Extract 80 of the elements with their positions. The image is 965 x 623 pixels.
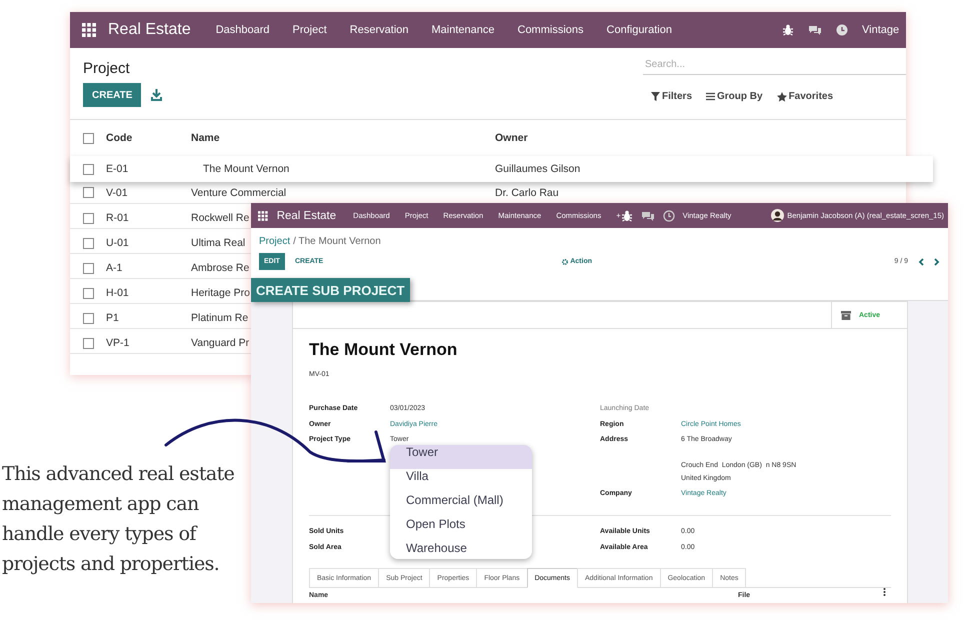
more-options-icon[interactable] bbox=[883, 588, 886, 596]
table-row[interactable]: VP-1 Vanguard Pr bbox=[70, 333, 251, 354]
code-cell: U-01 bbox=[106, 237, 129, 249]
name-cell: Platinum Re bbox=[191, 312, 248, 324]
column-header: Name bbox=[191, 132, 220, 144]
filter-icon bbox=[651, 92, 660, 101]
dropdown-option[interactable]: Warehouse bbox=[390, 541, 532, 559]
menu-item[interactable]: Project bbox=[292, 24, 327, 36]
filter-option[interactable]: Filters bbox=[662, 91, 692, 102]
table-row[interactable]: E-01 The Mount Vernon Guillaumes Gilson bbox=[70, 156, 933, 182]
clock-icon[interactable] bbox=[836, 24, 848, 36]
search-field[interactable]: Search... bbox=[643, 55, 906, 75]
row-checkbox[interactable] bbox=[83, 212, 94, 224]
menu-item[interactable]: Configuration bbox=[606, 24, 672, 36]
code-cell: H-01 bbox=[106, 287, 129, 299]
owner-cell: Guillaumes Gilson bbox=[495, 163, 580, 175]
row-checkbox[interactable] bbox=[83, 288, 94, 298]
page-title: Project bbox=[83, 60, 131, 77]
star-icon bbox=[776, 92, 787, 102]
apps-grid-icon[interactable] bbox=[82, 23, 96, 37]
app-name: Real Estate bbox=[276, 210, 336, 222]
dropdown-option[interactable]: Tower bbox=[390, 445, 532, 469]
record-title: The Mount Vernon bbox=[309, 340, 458, 360]
clock-icon[interactable] bbox=[662, 210, 675, 222]
avatar-icon[interactable] bbox=[771, 209, 784, 222]
create-button[interactable]: CREATE bbox=[83, 83, 142, 107]
name-cell-text: The Mount Vernon bbox=[202, 163, 290, 175]
gear-icon bbox=[562, 258, 568, 264]
table-row[interactable]: U-01 Ultima Real bbox=[70, 233, 251, 254]
create-sub-project-button[interactable]: CREATE SUB PROJECT bbox=[251, 278, 410, 302]
chat-icon[interactable] bbox=[640, 210, 655, 222]
apps-grid-icon[interactable] bbox=[258, 210, 268, 220]
name-cell: Venture Commercial bbox=[191, 186, 286, 198]
menu-item[interactable]: Reservation bbox=[350, 24, 408, 36]
name-cell: Ambrose Re bbox=[191, 262, 250, 274]
download-icon[interactable] bbox=[151, 89, 162, 101]
owner-cell: Dr. Carlo Rau bbox=[495, 186, 559, 198]
name-cell: Vanguard Pr bbox=[191, 337, 250, 349]
row-checkbox[interactable] bbox=[83, 238, 94, 248]
bug-icon[interactable] bbox=[782, 24, 794, 36]
code-cell: R-01 bbox=[106, 212, 129, 224]
filter-option[interactable]: Group By bbox=[717, 91, 763, 102]
name-cell: Heritage Pro bbox=[191, 287, 250, 299]
column-header: Code bbox=[106, 132, 132, 144]
row-checkbox[interactable] bbox=[83, 187, 94, 198]
menu-item[interactable]: Maintenance bbox=[432, 24, 494, 36]
code-cell: P1 bbox=[106, 312, 119, 324]
breadcrumb-link[interactable]: Project bbox=[259, 236, 290, 250]
code-cell: VP-1 bbox=[106, 337, 130, 349]
table-row[interactable]: P1 Platinum Re bbox=[70, 308, 251, 329]
row-checkbox[interactable] bbox=[83, 338, 94, 348]
name-cell: Rockwell Re bbox=[191, 212, 250, 224]
company-name[interactable]: Vintage bbox=[862, 24, 900, 36]
list-icon bbox=[706, 92, 716, 101]
select-all-checkbox[interactable] bbox=[83, 132, 94, 144]
table-row[interactable]: H-01 Heritage Pro bbox=[70, 283, 251, 304]
row-checkbox[interactable] bbox=[83, 312, 94, 324]
column-header: Owner bbox=[495, 132, 528, 144]
dropdown-option[interactable]: Commercial (Mall) bbox=[390, 493, 532, 517]
app-name: Real Estate bbox=[108, 21, 191, 39]
table-row[interactable]: R-01 Rockwell Re bbox=[70, 208, 251, 229]
archive-icon bbox=[841, 310, 851, 320]
row-checkbox[interactable] bbox=[83, 262, 94, 274]
table-row[interactable]: A-1 Ambrose Re bbox=[70, 258, 251, 279]
breadcrumb-current: / The Mount Vernon bbox=[293, 236, 381, 249]
menu-item[interactable]: Commissions bbox=[518, 24, 584, 36]
code-cell: E-01 bbox=[106, 163, 128, 175]
code-cell: A-1 bbox=[106, 262, 122, 274]
name-cell: Ultima Real bbox=[191, 237, 246, 249]
previous-icon[interactable] bbox=[918, 258, 924, 266]
chat-icon[interactable] bbox=[808, 24, 822, 36]
menu-item[interactable]: Dashboard bbox=[216, 24, 270, 36]
row-checkbox[interactable] bbox=[83, 164, 94, 174]
next-icon[interactable] bbox=[934, 258, 940, 266]
dropdown-option[interactable]: Villa bbox=[390, 469, 532, 493]
bug-icon[interactable] bbox=[620, 210, 633, 222]
code-cell: V-01 bbox=[106, 186, 128, 198]
caption-text: This advanced real estate management app can handle every types of projects and properties. bbox=[2, 462, 236, 577]
filter-option[interactable]: Favorites bbox=[788, 91, 834, 102]
dropdown-option[interactable]: Open Plots bbox=[390, 517, 532, 541]
